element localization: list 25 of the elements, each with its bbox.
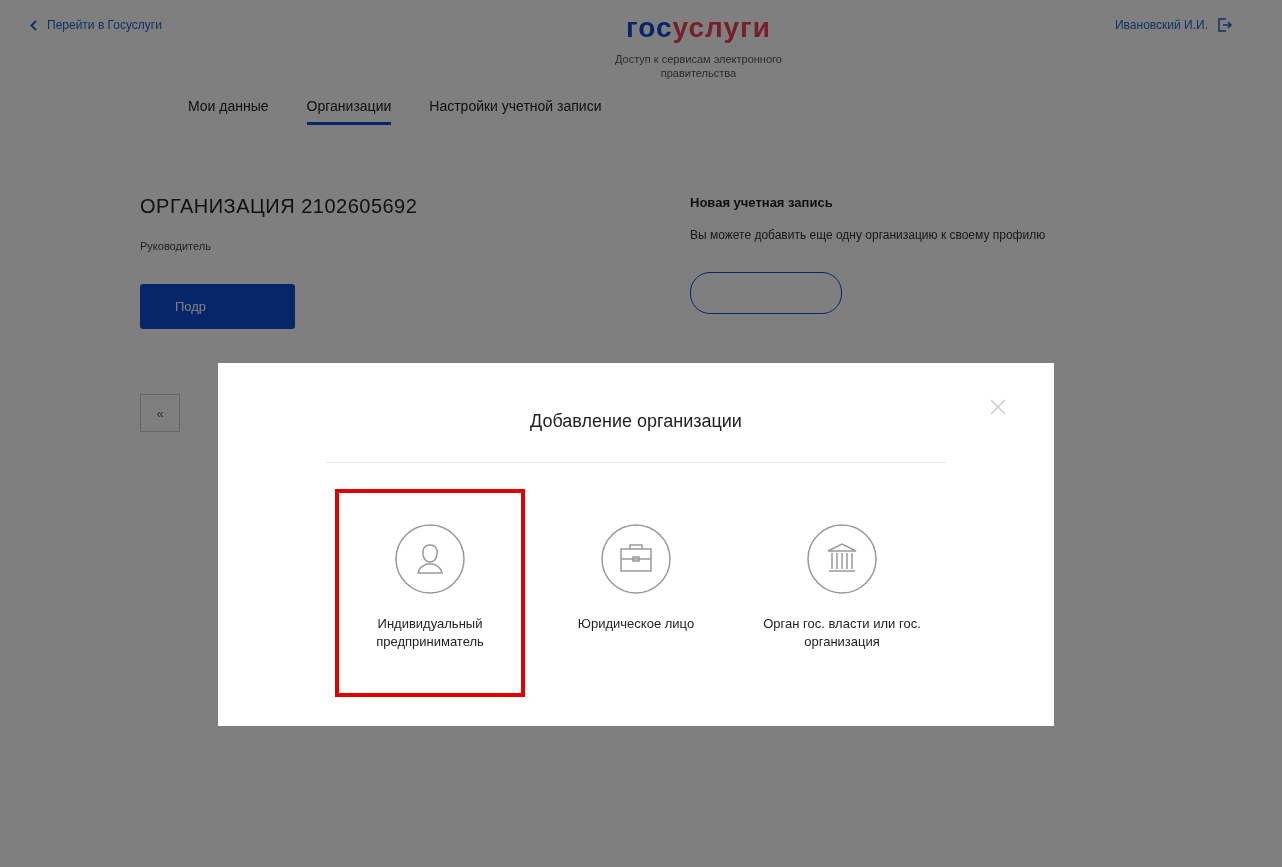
logo-subtitle: Доступ к сервисам электронного правительства <box>613 52 783 80</box>
person-icon <box>394 523 466 595</box>
option-label: Индивидуальный предприниматель <box>375 615 485 651</box>
add-button[interactable] <box>690 272 842 314</box>
option-label: Орган гос. власти или гос. организация <box>762 615 922 651</box>
tab[interactable]: Мои данные <box>188 98 269 125</box>
organization-type-option[interactable]: Индивидуальный предприниматель <box>335 489 525 697</box>
new-account-title: Новая учетная запись <box>690 195 834 210</box>
details-button[interactable]: Подр <box>140 284 295 329</box>
new-account-description: Вы можете добавить еще одну организацию к своему профилю <box>690 228 1047 242</box>
option-label: Юридическое лицо <box>576 615 696 633</box>
tab[interactable]: Настройки учетной записи <box>429 98 602 125</box>
chevron-left-icon <box>30 19 37 31</box>
organization-type-option[interactable]: Орган гос. власти или гос. организация <box>747 489 937 697</box>
organization-role: Руководитель <box>140 240 212 252</box>
briefcase-icon <box>600 523 672 595</box>
logout-icon[interactable] <box>1218 18 1232 32</box>
building-icon <box>806 523 878 595</box>
tab[interactable]: Организации <box>306 98 392 125</box>
organization-title: ОРГАНИЗАЦИЯ 2102605692 <box>140 195 419 218</box>
logo: госуслуги <box>626 12 771 44</box>
pagination-button[interactable]: « <box>140 394 180 432</box>
user-name[interactable]: Ивановский И.И. <box>1115 18 1208 32</box>
organization-type-option[interactable]: Юридическое лицо <box>541 489 731 697</box>
modal-title: Добавление организации <box>530 411 742 432</box>
